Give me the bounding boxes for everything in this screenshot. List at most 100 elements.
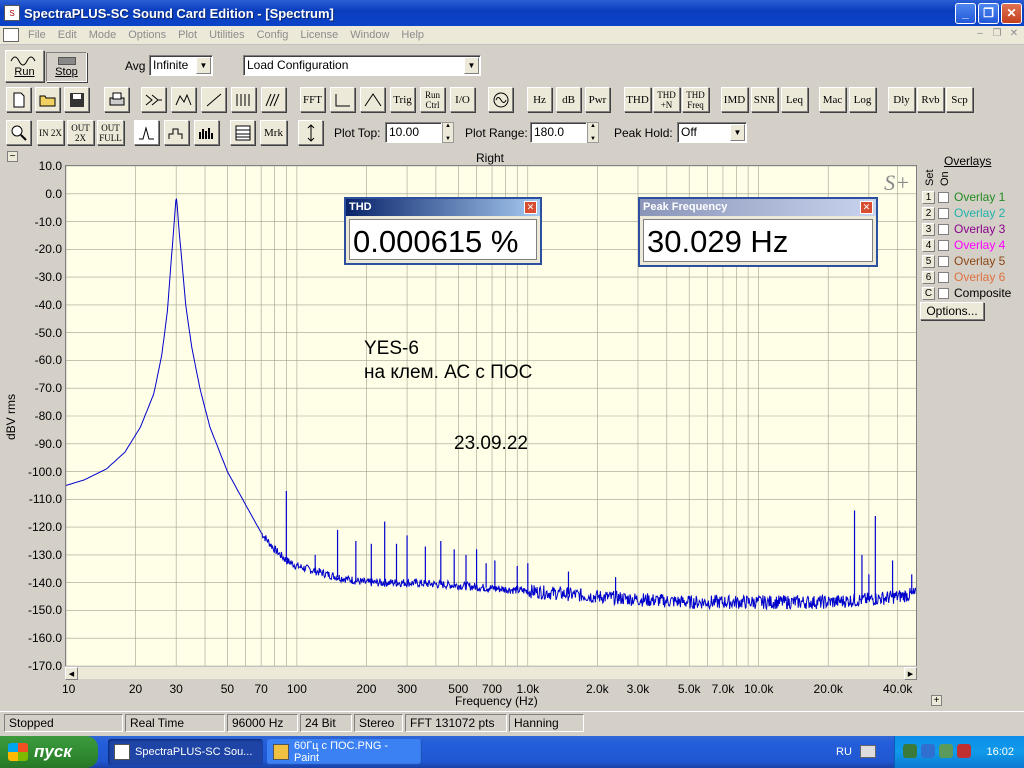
close-icon[interactable]: ✕	[860, 201, 873, 214]
overlay-checkbox[interactable]	[938, 223, 949, 235]
avg-select[interactable]: Infinite ▼	[149, 55, 213, 76]
signal-generator-icon[interactable]	[141, 87, 166, 112]
peak-hold-select[interactable]: Off ▼	[677, 122, 747, 143]
expand-toggle[interactable]: +	[931, 695, 942, 706]
overlay-set-button[interactable]: 4	[922, 238, 935, 252]
print-icon[interactable]	[104, 87, 129, 112]
oscilloscope-icon[interactable]	[488, 87, 513, 112]
options-button[interactable]: Options...	[920, 302, 984, 320]
pwr-button[interactable]: Pwr	[585, 87, 610, 112]
security-icon[interactable]	[939, 744, 953, 758]
new-icon[interactable]	[6, 87, 31, 112]
dly-button[interactable]: Dly	[888, 87, 915, 112]
menu-item-mode[interactable]: Mode	[83, 29, 123, 41]
overlay-checkbox[interactable]	[938, 255, 949, 267]
collapse-toggle[interactable]: −	[7, 151, 18, 162]
horizontal-scrollbar[interactable]: ◀ ▶	[65, 666, 917, 680]
fft-size-icon[interactable]	[330, 87, 355, 112]
overlay-set-button[interactable]: 6	[922, 270, 935, 284]
network-icon[interactable]	[903, 744, 917, 758]
save-icon[interactable]	[64, 87, 89, 112]
menu-item-file[interactable]: File	[22, 29, 52, 41]
config-select[interactable]: Load Configuration ▼	[243, 55, 481, 76]
hz-button[interactable]: Hz	[527, 87, 552, 112]
app-icon[interactable]: S	[4, 5, 20, 21]
thd-button[interactable]: THD	[624, 87, 651, 112]
run-ctrl-button[interactable]: Run Ctrl	[420, 87, 445, 112]
plot-range-input[interactable]: 180.0	[530, 122, 587, 143]
io-button[interactable]: I/O	[450, 87, 475, 112]
mdi-minimize-button[interactable]: –	[972, 28, 988, 42]
plot-top-spinner[interactable]: ▲ ▼	[442, 122, 454, 143]
scroll-right-icon[interactable]: ▶	[904, 667, 917, 680]
task-spectraplus[interactable]: SpectraPLUS-SC Sou...	[108, 739, 263, 765]
menu-item-license[interactable]: License	[294, 29, 344, 41]
maximize-button[interactable]: ❐	[978, 2, 999, 24]
zoom-icon[interactable]	[6, 120, 31, 145]
line-plot-icon[interactable]	[134, 120, 159, 145]
thd-freq-button[interactable]: THD Freq	[682, 87, 709, 112]
minimize-button[interactable]: _	[955, 2, 976, 24]
mdi-close-button[interactable]: ✕	[1006, 28, 1022, 42]
thd-meter-window[interactable]: THD ✕ 0.000615 %	[344, 197, 542, 265]
open-icon[interactable]	[35, 87, 60, 112]
plot-range-spinner[interactable]: ▲ ▼	[587, 122, 599, 143]
trig-button[interactable]: Trig	[390, 87, 415, 112]
plot-top-input[interactable]: 10.00	[385, 122, 442, 143]
menu-item-edit[interactable]: Edit	[52, 29, 83, 41]
log-button[interactable]: Log	[849, 87, 876, 112]
scroll-left-icon[interactable]: ◀	[65, 667, 78, 680]
overlay-set-button[interactable]: 3	[922, 222, 935, 236]
scp-button[interactable]: Scp	[946, 87, 973, 112]
task-paint[interactable]: 60Гц с ПОС.PNG - Paint	[267, 739, 422, 765]
chevron-down-icon[interactable]: ▼	[196, 57, 211, 74]
menu-item-utilities[interactable]: Utilities	[203, 29, 250, 41]
stop-button[interactable]: Stop	[46, 52, 87, 82]
fft-button[interactable]: FFT	[300, 87, 325, 112]
imd-button[interactable]: IMD	[721, 87, 748, 112]
step-plot-icon[interactable]	[164, 120, 189, 145]
overlay-checkbox[interactable]	[938, 207, 949, 219]
overlay-set-button[interactable]: C	[922, 286, 935, 300]
mdi-document-icon[interactable]	[3, 28, 19, 42]
menu-item-plot[interactable]: Plot	[172, 29, 203, 41]
db-button[interactable]: dB	[556, 87, 581, 112]
start-button[interactable]: пуск	[0, 736, 98, 768]
chevron-down-icon[interactable]: ▼	[464, 57, 479, 74]
keyboard-icon[interactable]	[860, 745, 876, 758]
zoom-out-button[interactable]: OUT 2X	[67, 120, 94, 145]
bar-plot-icon[interactable]	[194, 120, 219, 145]
menu-item-window[interactable]: Window	[344, 29, 395, 41]
ramp-icon[interactable]	[201, 87, 226, 112]
menu-item-options[interactable]: Options	[122, 29, 172, 41]
menu-item-config[interactable]: Config	[251, 29, 295, 41]
overlay-set-button[interactable]: 1	[922, 190, 935, 204]
filter-icon[interactable]	[360, 87, 385, 112]
vertical-scale-icon[interactable]	[298, 120, 323, 145]
mdi-restore-button[interactable]: ❐	[989, 28, 1005, 42]
overlay-checkbox[interactable]	[938, 191, 949, 203]
language-indicator[interactable]: RU	[836, 746, 852, 758]
overlay-checkbox[interactable]	[938, 287, 949, 299]
thd-n-button[interactable]: THD +N	[653, 87, 680, 112]
zoom-in-button[interactable]: IN 2X	[37, 120, 64, 145]
menu-item-help[interactable]: Help	[395, 29, 430, 41]
mrk-button[interactable]: Mrk	[260, 120, 287, 145]
volume-icon[interactable]	[921, 744, 935, 758]
zoom-full-button[interactable]: OUT FULL	[97, 120, 124, 145]
rvb-button[interactable]: Rvb	[917, 87, 944, 112]
close-button[interactable]: ✕	[1001, 2, 1022, 24]
antivirus-icon[interactable]	[957, 744, 971, 758]
close-icon[interactable]: ✕	[524, 201, 537, 214]
snr-button[interactable]: SNR	[751, 87, 778, 112]
spectrum-analyzer-icon[interactable]	[171, 87, 196, 112]
peak-frequency-meter-window[interactable]: Peak Frequency ✕ 30.029 Hz	[638, 197, 878, 267]
run-button[interactable]: Run	[5, 50, 44, 82]
leq-button[interactable]: Leq	[781, 87, 808, 112]
waterfall-icon[interactable]	[231, 87, 256, 112]
3d-surface-icon[interactable]	[261, 87, 286, 112]
table-view-icon[interactable]	[230, 120, 255, 145]
mac-button[interactable]: Mac	[819, 87, 846, 112]
overlay-set-button[interactable]: 5	[922, 254, 935, 268]
overlay-checkbox[interactable]	[938, 271, 949, 283]
